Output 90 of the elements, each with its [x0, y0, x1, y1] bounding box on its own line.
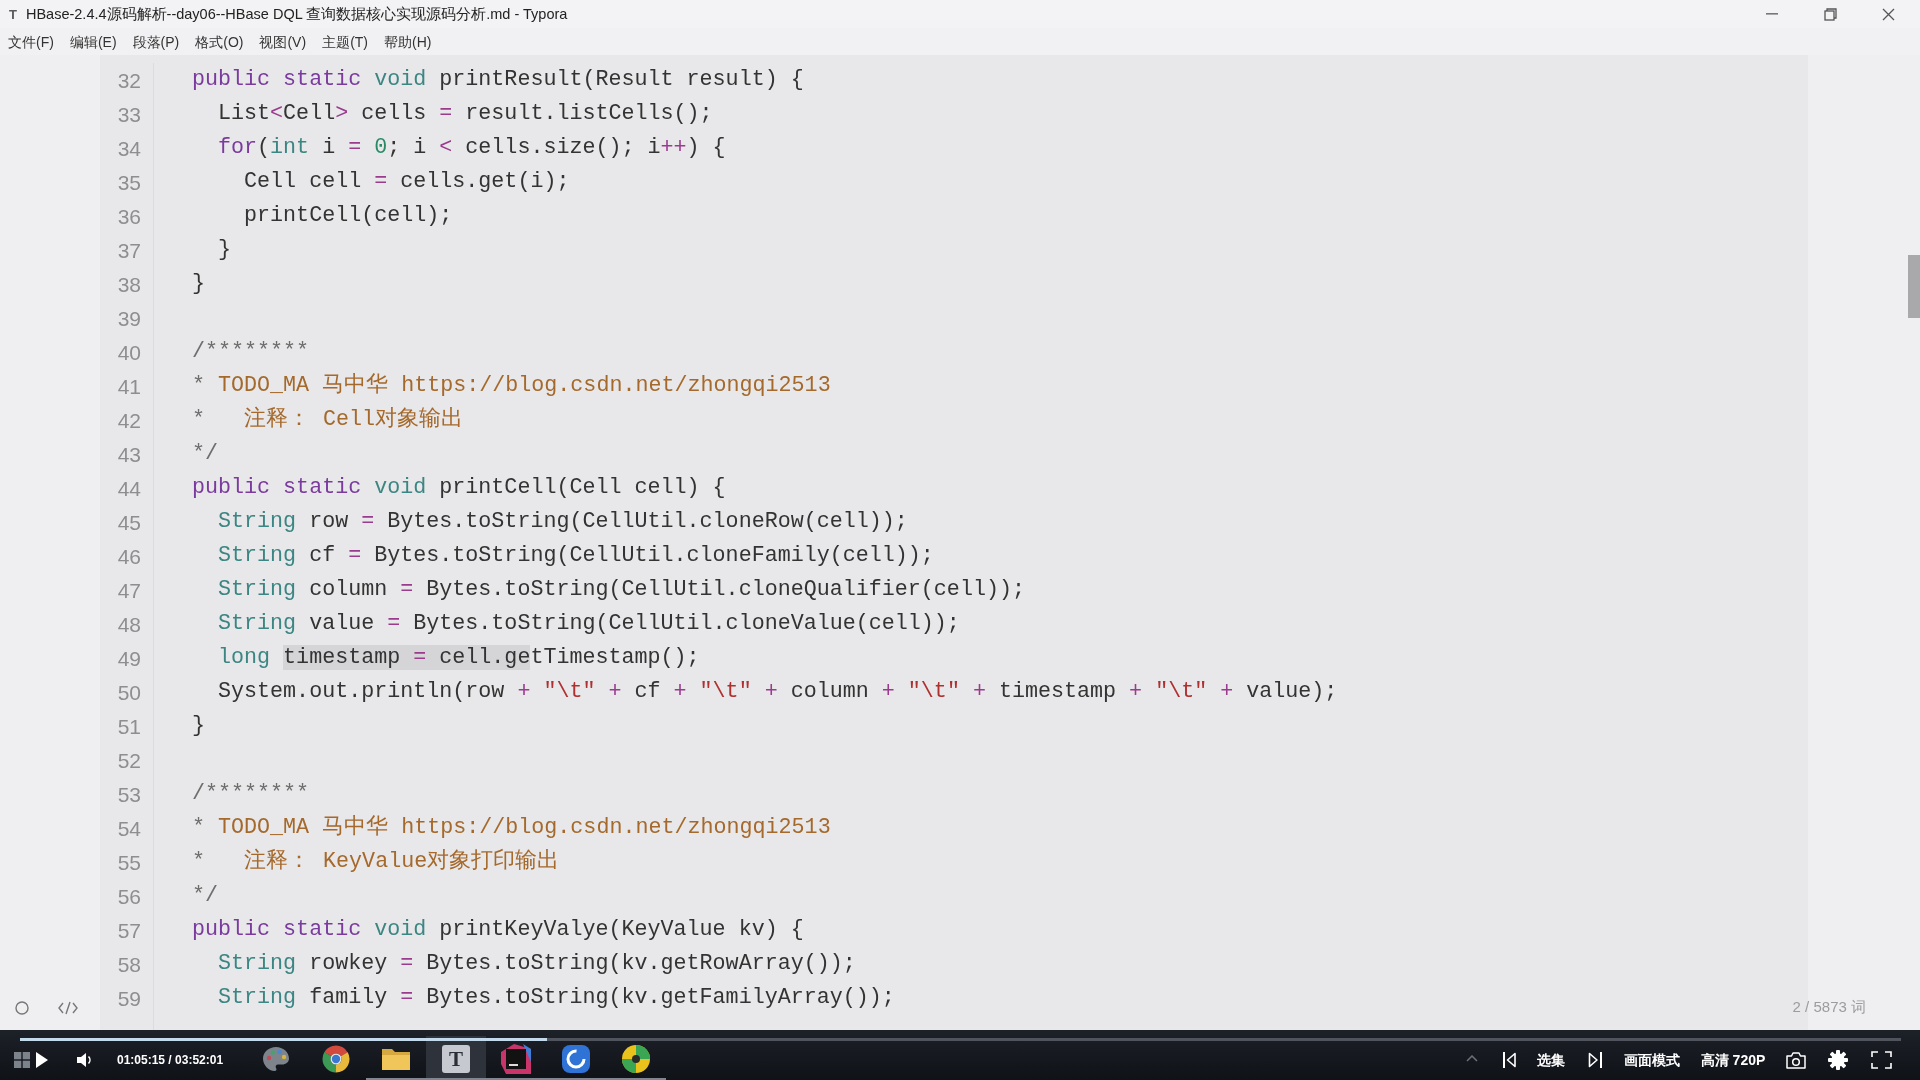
- swirl-logo-icon: [561, 1044, 591, 1074]
- window-title: HBase-2.4.4源码解析--day06--HBase DQL 查询数据核心实现源码分析.md - Typora: [25, 6, 568, 22]
- code-line: */: [192, 440, 219, 468]
- code-line: }: [192, 270, 205, 298]
- skip-forward-icon[interactable]: [1588, 1052, 1602, 1068]
- episodes-button[interactable]: 选集: [1531, 1053, 1571, 1067]
- volume-icon[interactable]: [77, 1052, 93, 1068]
- code-line: */: [192, 882, 219, 910]
- code-line: * 注释： KeyValue对象打印输出: [192, 848, 560, 876]
- scrollbar-thumb[interactable]: [1908, 255, 1920, 318]
- code-line: String cf = Bytes.toString(CellUtil.cloneFamily(cell));: [217, 542, 934, 570]
- code-line: System.out.println(row + "\t" + cf + "\t" + column + "\t" + timestamp + "\t" + value);: [217, 678, 1338, 706]
- line-number: 32: [117, 69, 141, 91]
- code-line: * TODO_MA 马中华 https://blog.csdn.net/zhongqi2513: [192, 372, 831, 400]
- settings-icon[interactable]: [1828, 1050, 1848, 1070]
- line-number: 49: [117, 647, 141, 669]
- code-line: * 注释： Cell对象输出: [192, 406, 464, 434]
- line-number: 36: [117, 205, 141, 227]
- line-number: 40: [117, 341, 141, 363]
- menu-item[interactable]: 帮助(H): [384, 34, 432, 49]
- line-number: 39: [117, 307, 141, 329]
- code-line: Cell cell = cells.get(i);: [243, 168, 570, 196]
- line-number: 43: [117, 443, 141, 465]
- code-line: * TODO_MA 马中华 https://blog.csdn.net/zhongqi2513: [192, 814, 831, 842]
- line-number: 52: [117, 749, 141, 771]
- line-number: 37: [117, 239, 141, 261]
- app-letter-icon: T: [9, 7, 17, 21]
- code-line: }: [217, 236, 232, 264]
- code-line: String row = Bytes.toString(CellUtil.cloneRow(cell));: [217, 508, 908, 536]
- window-panes-icon[interactable]: [14, 1052, 30, 1068]
- line-number: 51: [117, 715, 141, 737]
- line-number: 53: [117, 783, 141, 805]
- line-number: 55: [117, 851, 141, 873]
- play-icon[interactable]: [36, 1052, 48, 1068]
- line-number: 34: [117, 137, 141, 159]
- code-line: String family = Bytes.toString(kv.getFamilyArray());: [217, 984, 895, 1012]
- line-number: 38: [117, 273, 141, 295]
- camera-icon[interactable]: [1786, 1051, 1806, 1069]
- circle-logo-icon: [621, 1044, 651, 1074]
- code-line: public static void printCell(Cell cell) {: [192, 474, 726, 502]
- menu-item[interactable]: 视图(V): [259, 34, 307, 49]
- palette-icon: [262, 1046, 290, 1072]
- code-line: /********: [192, 780, 310, 808]
- close-icon[interactable]: [1881, 7, 1895, 21]
- ring-logo-icon: [322, 1045, 350, 1073]
- code-line: public static void printResult(Result result) {: [192, 66, 804, 94]
- code-line: List<Cell> cells = result.listCells();: [217, 100, 713, 128]
- line-number: 33: [117, 103, 141, 125]
- menu-item[interactable]: 文件(F): [8, 34, 54, 49]
- code-line: String rowkey = Bytes.toString(kv.getRowArray());: [217, 950, 856, 978]
- code-icon[interactable]: [58, 1001, 78, 1015]
- circle-icon[interactable]: [15, 1001, 29, 1015]
- line-number: 48: [117, 613, 141, 635]
- skip-back-icon[interactable]: [1503, 1052, 1516, 1068]
- code-line: for(int i = 0; i < cells.size(); i++) {: [217, 134, 726, 162]
- progress-track[interactable]: [20, 1038, 1901, 1041]
- line-number: 46: [117, 545, 141, 567]
- menu-item[interactable]: 主题(T): [322, 34, 368, 49]
- code-line: long timestamp = cell.getTimestamp();: [217, 644, 700, 672]
- taskbar-app[interactable]: T: [426, 1036, 486, 1080]
- quality-button[interactable]: 高清 720P: [1696, 1053, 1770, 1067]
- line-number: 47: [117, 579, 141, 601]
- line-number: 50: [117, 681, 141, 703]
- line-number: 56: [117, 885, 141, 907]
- line-number: 58: [117, 953, 141, 975]
- code-line: printCell(cell);: [243, 202, 453, 230]
- line-number: 35: [117, 171, 141, 193]
- word-count: 2 / 5873 词: [1792, 999, 1866, 1014]
- line-number: 57: [117, 919, 141, 941]
- line-number: 45: [117, 511, 141, 533]
- code-line: String column = Bytes.toString(CellUtil.cloneQualifier(cell));: [217, 576, 1025, 604]
- line-number: 41: [117, 375, 141, 397]
- code-line: String value = Bytes.toString(CellUtil.cloneValue(cell));: [217, 610, 960, 638]
- playback-time: 01:05:15 / 03:52:01: [117, 1054, 224, 1066]
- menu-item[interactable]: 格式(O): [195, 34, 244, 49]
- menu-item[interactable]: 段落(P): [132, 34, 180, 49]
- chevron-up-icon[interactable]: [1466, 1054, 1478, 1062]
- line-number: 59: [117, 987, 141, 1009]
- fullscreen-icon[interactable]: [1871, 1051, 1892, 1069]
- code-line: }: [192, 712, 205, 740]
- line-number: 54: [117, 817, 141, 839]
- picture-mode-button[interactable]: 画面模式: [1620, 1053, 1684, 1067]
- menu-item[interactable]: 编辑(E): [69, 34, 117, 49]
- restore-icon[interactable]: [1823, 7, 1837, 21]
- folder-icon: [381, 1047, 411, 1071]
- square-logo-icon: [501, 1044, 531, 1074]
- line-number: 44: [117, 477, 141, 499]
- code-line: public static void printKeyValye(KeyValue kv) {: [192, 916, 804, 944]
- code-line: /********: [192, 338, 310, 366]
- line-number: 42: [117, 409, 141, 431]
